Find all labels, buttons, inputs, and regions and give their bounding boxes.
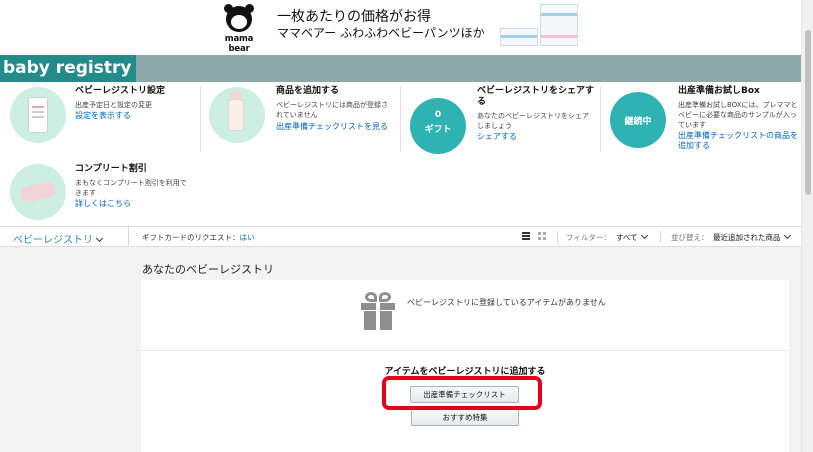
divider: [128, 227, 129, 246]
product-package-image: [500, 28, 538, 46]
gift-card-request[interactable]: ギフトカードのリクエスト：はい: [142, 232, 255, 243]
completion-discount-title: コンプリート割引: [75, 164, 147, 174]
add-products-card-desc: ベビーレジストリには商品が登録されていません: [276, 101, 388, 119]
baby-bottle-icon: [228, 99, 244, 131]
logo-text: mama bear: [224, 34, 254, 54]
registry-dropdown-label: ベビーレジストリ: [13, 235, 93, 246]
gift-card-request-value[interactable]: はい: [240, 233, 255, 242]
share-card-desc: あなたのベビーレジストリをシェアしましょう: [477, 112, 589, 130]
sort-label: 並び替え：: [671, 233, 709, 242]
recommended-features-button[interactable]: おすすめ特集: [411, 409, 519, 426]
phone-icon: [28, 97, 48, 133]
mama-bear-logo: mama bear: [214, 4, 264, 54]
ad-banner[interactable]: mama bear 一枚あたりの価格がお得 ママベアー ふわふわベビーパンツほか: [0, 0, 801, 54]
section-title: あなたのベビーレジストリ: [142, 263, 274, 276]
page-scrollbar[interactable]: [801, 0, 813, 452]
scrollbar-thumb[interactable]: [805, 30, 811, 195]
grid-view-icon[interactable]: [538, 232, 546, 240]
chevron-down-icon: [783, 231, 791, 240]
card-divider: [200, 86, 201, 152]
registry-header-bar: baby registry: [0, 55, 801, 82]
pink-toy-icon: [18, 180, 58, 204]
product-package-image: [540, 4, 578, 46]
sort-value: 最近追加された商品: [713, 233, 781, 242]
gift-count-badge[interactable]: 0 ギフト: [410, 98, 466, 154]
filter-dropdown[interactable]: すべて: [616, 231, 648, 243]
settings-card-image[interactable]: [10, 87, 66, 143]
registry-filter-bar: ベビーレジストリ ギフトカードのリクエスト：はい フィルター： すべて 並び替え…: [0, 226, 801, 247]
list-view-icon[interactable]: [522, 232, 530, 241]
trial-box-status-badge[interactable]: 継続中: [610, 92, 666, 148]
view-checklist-link[interactable]: 出産準備チェックリストを見る: [276, 122, 388, 132]
learn-more-link[interactable]: 詳しくはこちら: [75, 199, 131, 209]
registry-dropdown[interactable]: ベビーレジストリ: [13, 231, 104, 246]
add-products-card-title: 商品を追加する: [276, 86, 340, 96]
divider: [660, 231, 661, 243]
trial-box-card-desc: 出産準備お試しBOXには、プレママとベビーに必要な商品のサンプルが入っています: [678, 101, 798, 129]
divider: [141, 350, 789, 351]
settings-card-desc: 出産予定日と設定の変更: [75, 101, 152, 109]
banner-headline: 一枚あたりの価格がお得: [277, 9, 431, 25]
trial-box-card-title: 出産準備お試しBox: [678, 86, 760, 96]
bottle-nipple-icon: [230, 91, 242, 99]
empty-registry-message: ベビーレジストリに登録しているアイテムがありません: [407, 298, 606, 307]
filter-value: すべて: [616, 233, 638, 242]
chevron-down-icon: [640, 231, 648, 240]
highlight-annotation-box: [382, 376, 542, 410]
filter-label: フィルター：: [566, 233, 611, 242]
banner-subline: ママベアー ふわふわベビーパンツほか: [277, 26, 485, 40]
add-trial-box-items-link[interactable]: 出産準備チェックリストの商品を追加する: [678, 131, 798, 151]
divider: [557, 231, 558, 243]
bear-face-icon: [226, 6, 252, 32]
card-divider: [400, 86, 401, 152]
gift-box-icon: [360, 292, 396, 330]
share-card-title: ベビーレジストリをシェアする: [477, 86, 595, 107]
view-settings-link[interactable]: 設定を表示する: [75, 111, 131, 121]
trial-box-status: 継続中: [624, 117, 652, 127]
share-link[interactable]: シェアする: [477, 132, 517, 142]
chevron-down-icon: [95, 234, 104, 243]
completion-discount-card-image[interactable]: [10, 164, 66, 220]
gift-card-request-label: ギフトカードのリクエスト：: [142, 233, 240, 242]
registry-title: baby registry: [0, 55, 137, 82]
gift-label: ギフト: [424, 125, 452, 135]
gift-count: 0: [434, 110, 442, 120]
completion-discount-desc: まもなくコンプリート割引を利用できます: [75, 179, 187, 197]
card-divider: [600, 86, 601, 152]
settings-card-title: ベビーレジストリ設定: [75, 86, 166, 96]
sort-dropdown[interactable]: 最近追加された商品: [713, 231, 791, 243]
add-products-card-image[interactable]: [209, 87, 265, 143]
